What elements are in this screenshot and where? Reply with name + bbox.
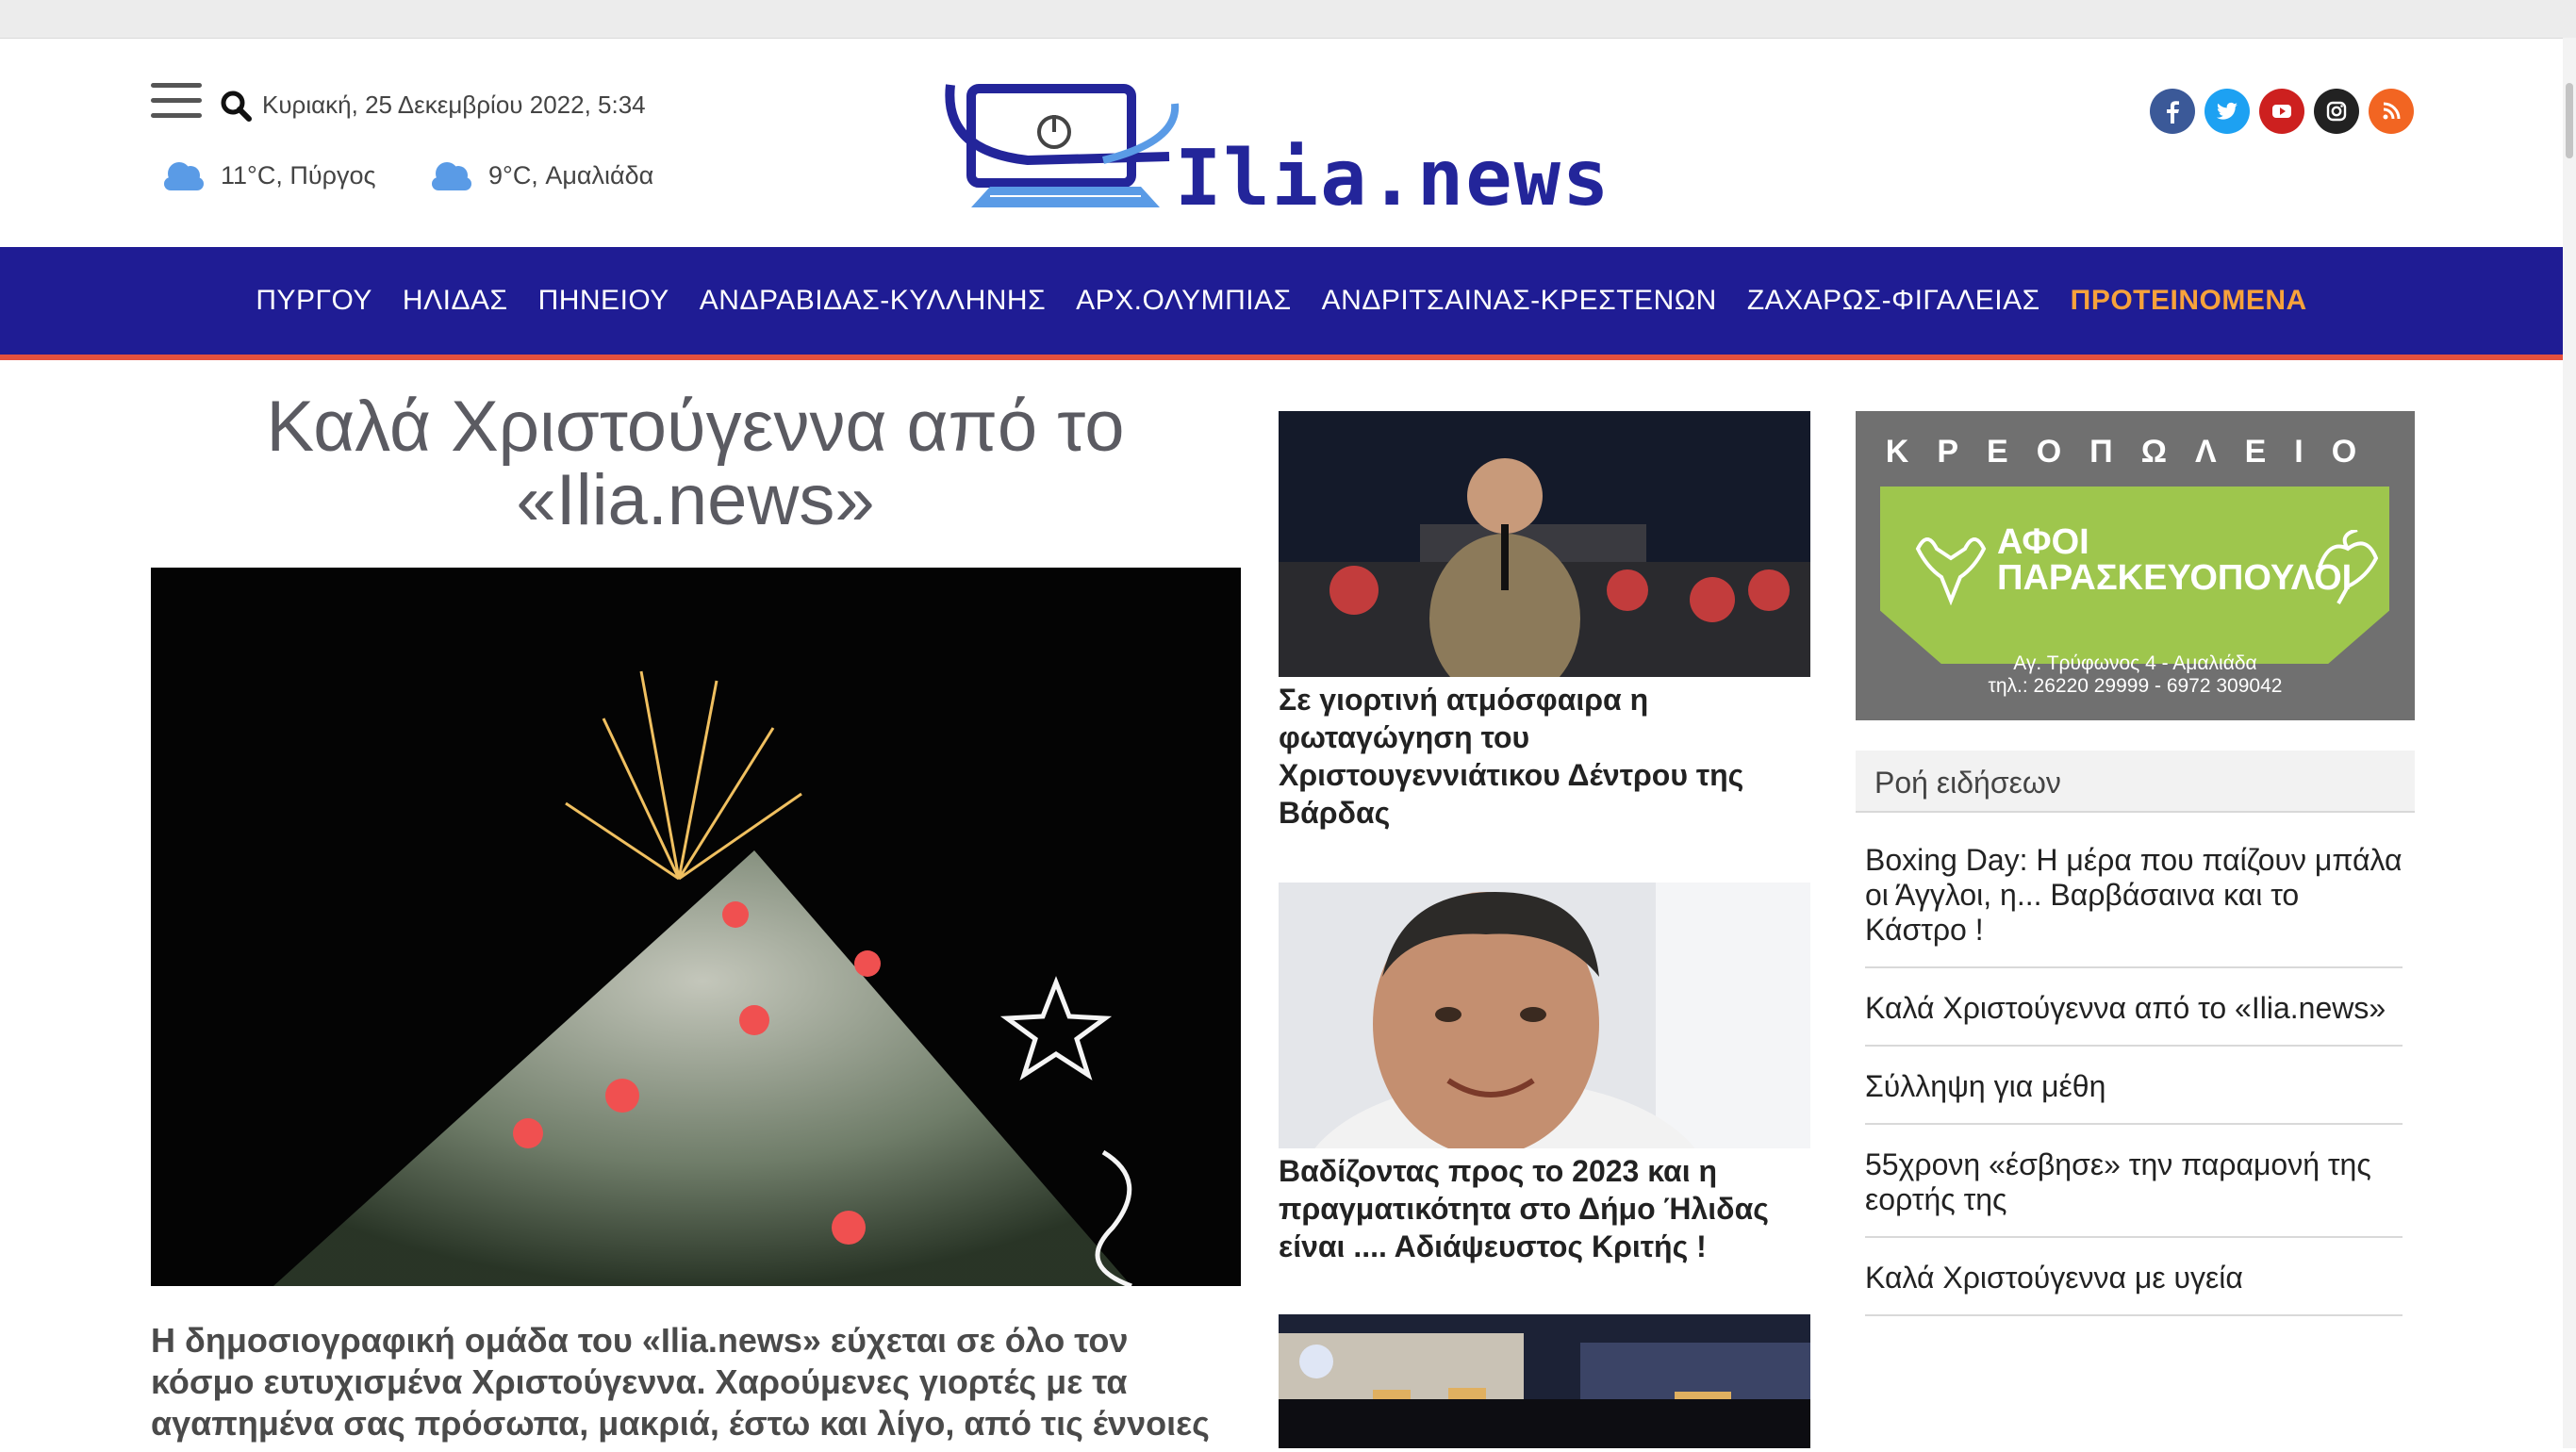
nav-item-andravidas-kyllinis[interactable]: ΑΝΔΡΑΒΙΔΑΣ-ΚΥΛΛΗΝΗΣ [700, 285, 1046, 317]
main-article-title[interactable]: Καλά Χριστούγεννα από το «Ilia.news» [151, 390, 1240, 537]
main-navigation: ΠΥΡΓΟΥ ΗΛΙΔΑΣ ΠΗΝΕΙΟΥ ΑΝΔΡΑΒΙΔΑΣ-ΚΥΛΛΗΝΗ… [0, 247, 2563, 360]
side-article-image[interactable] [1279, 883, 1810, 1148]
ad-name-line2: ΠΑΡΑΣΚΕΥΟΠΟΥΛΟΙ [1997, 558, 2353, 598]
bull-icon [1915, 537, 1987, 605]
side-article-title[interactable]: Βαδίζοντας προς το 2023 και η πραγματικό… [1279, 1152, 1810, 1265]
side-article-image[interactable] [1279, 411, 1810, 677]
youtube-icon[interactable] [2259, 89, 2304, 134]
news-feed-list: Boxing Day: Η μέρα που παίζουν μπάλα οι … [1865, 843, 2403, 1339]
news-feed-title: Ροή ειδήσεων [1874, 766, 2061, 800]
nav-item-arx-olympias[interactable]: ΑΡΧ.ΟΛΥΜΠΙΑΣ [1076, 285, 1292, 317]
side-article-card[interactable]: Σε γιορτινή ατμόσφαιρα η φωταγώγηση του … [1279, 411, 1810, 832]
main-article-image[interactable] [151, 568, 1241, 1286]
cloud-icon [432, 162, 471, 190]
browser-toolbar [0, 0, 2576, 39]
ad-heading: ΚΡΕΟΠΩΛΕΙΟ [1885, 434, 2386, 470]
page-scrollbar[interactable] [2563, 38, 2576, 1448]
cloud-icon [164, 162, 204, 190]
side-article-card[interactable] [1279, 1314, 1810, 1452]
nav-item-proteinomena[interactable]: ΠΡΟΤΕΙΝΟΜΕΝΑ [2071, 285, 2307, 317]
current-date: Κυριακή, 25 Δεκεμβρίου 2022, 5:34 [262, 91, 646, 119]
nav-item-pyrgou[interactable]: ΠΥΡΓΟΥ [256, 285, 372, 317]
ad-address: Αγ. Τρύφωνος 4 - Αμαλιάδα [2013, 652, 2257, 674]
nav-item-ilidas[interactable]: ΗΛΙΔΑΣ [403, 285, 508, 317]
side-article-title[interactable]: Σε γιορτινή ατμόσφαιρα η φωταγώγηση του … [1279, 681, 1810, 832]
logo-text: Ilia.news [1175, 134, 1611, 223]
weather-pyrgos: 11°C, Πύργος [158, 157, 375, 194]
butcher-ad-banner[interactable]: ΚΡΕΟΠΩΛΕΙΟ ΑΦΟΙ ΠΑΡΑΣΚΕΥΟΠΟΥΛΟΙ Αγ. Τρύφ… [1856, 411, 2415, 720]
side-article-image[interactable] [1279, 1314, 1810, 1448]
weather-label: 11°C, Πύργος [221, 160, 376, 190]
menu-icon[interactable] [151, 83, 202, 119]
weather-label: 9°C, Αμαλιάδα [488, 160, 654, 190]
main-article-excerpt: Η δημοσιογραφική ομάδα του «Ilia.news» ε… [151, 1321, 1210, 1443]
nav-item-pineiou[interactable]: ΠΗΝΕΙΟΥ [538, 285, 669, 317]
side-article-card[interactable]: Βαδίζοντας προς το 2023 και η πραγματικό… [1279, 883, 1810, 1265]
nav-item-zacharos-figaleias[interactable]: ΖΑΧΑΡΩΣ-ΦΙΓΑΛΕΙΑΣ [1747, 285, 2040, 317]
laptop-logo-icon [945, 84, 1180, 207]
ad-name-line1: ΑΦΟΙ [1997, 522, 2089, 562]
ad-phone: τηλ.: 26220 29999 - 6972 309042 [1988, 675, 2283, 697]
ad-business-name: ΑΦΟΙ ΠΑΡΑΣΚΕΥΟΠΟΥΛΟΙ [1997, 524, 2352, 596]
social-links [2150, 89, 2414, 134]
news-feed-item[interactable]: Καλά Χριστούγεννα από το «Ilia.news» [1865, 991, 2403, 1047]
site-logo[interactable]: Ilia.news [943, 66, 1631, 223]
twitter-icon[interactable] [2204, 89, 2250, 134]
news-feed-item[interactable]: Καλά Χριστούγεννα με υγεία [1865, 1261, 2403, 1316]
facebook-icon[interactable] [2150, 89, 2195, 134]
scrollbar-thumb[interactable] [2566, 83, 2573, 158]
ad-contact: Αγ. Τρύφωνος 4 - Αμαλιάδα τηλ.: 26220 29… [1856, 652, 2415, 698]
news-feed-item[interactable]: Σύλληψη για μέθη [1865, 1069, 2403, 1125]
news-feed-item[interactable]: Boxing Day: Η μέρα που παίζουν μπάλα οι … [1865, 843, 2403, 968]
weather-amaliada: 9°C, Αμαλιάδα [426, 157, 653, 194]
news-feed-item[interactable]: 55χρονη «έσβησε» την παραμονή της εορτής… [1865, 1147, 2403, 1238]
instagram-icon[interactable] [2314, 89, 2359, 134]
nav-item-andritsainas-krestenon[interactable]: ΑΝΔΡΙΤΣΑΙΝΑΣ-ΚΡΕΣΤΕΝΩΝ [1322, 285, 1717, 317]
rss-icon[interactable] [2369, 89, 2414, 134]
news-feed-header: Ροή ειδήσεων [1856, 751, 2415, 813]
search-icon[interactable] [219, 89, 253, 123]
